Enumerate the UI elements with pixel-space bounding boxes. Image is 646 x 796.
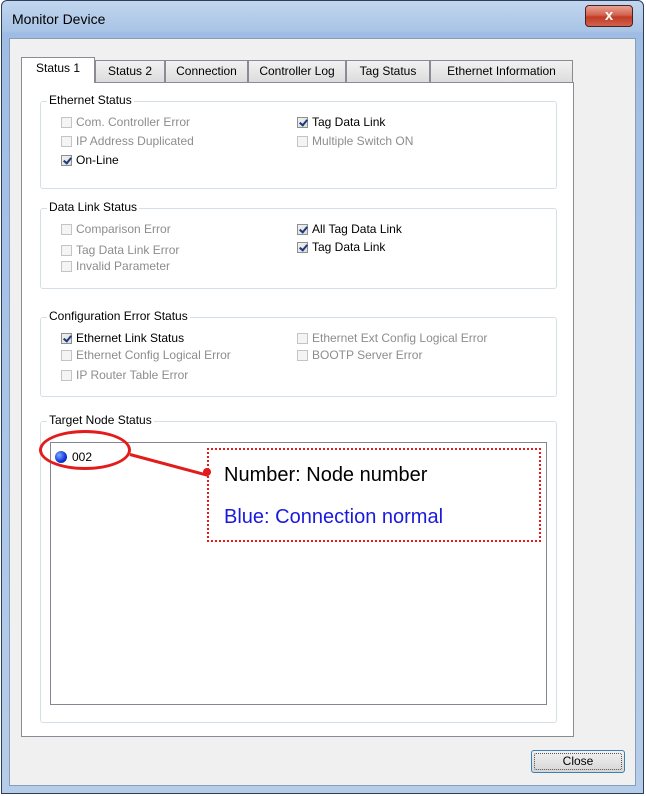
checkbox-label: Tag Data Link [312, 115, 386, 129]
close-button[interactable]: Close [531, 750, 625, 773]
target-node-status-title: Target Node Status [47, 413, 154, 427]
checkbox-label: Ethernet Link Status [76, 331, 185, 345]
checkbox-label: Ethernet Config Logical Error [76, 348, 231, 362]
bootp-server-error-checkbox[interactable]: BOOTP Server Error [297, 348, 422, 362]
checkbox-label: On-Line [76, 153, 119, 167]
monitor-device-window: Monitor Device x Status 1 Status 2 Conne… [1, 0, 644, 794]
checkbox-label: BOOTP Server Error [312, 348, 423, 362]
checkbox-box [297, 224, 308, 235]
checkbox-box [61, 350, 72, 361]
tab-panel-status-1: Ethernet Status Com. Controller Error IP… [21, 82, 574, 737]
checkbox-label: Invalid Parameter [76, 259, 171, 273]
tab-status-2[interactable]: Status 2 [95, 60, 165, 82]
tag-data-link-2-checkbox[interactable]: Tag Data Link [297, 240, 385, 254]
checkbox-box [61, 224, 72, 235]
checkbox-box [61, 245, 72, 256]
ip-address-duplicated-checkbox[interactable]: IP Address Duplicated [61, 134, 194, 148]
checkbox-box [61, 136, 72, 147]
tag-data-link-checkbox[interactable]: Tag Data Link [297, 115, 385, 129]
ip-router-table-error-checkbox[interactable]: IP Router Table Error [61, 368, 188, 382]
on-line-checkbox[interactable]: On-Line [61, 153, 119, 167]
configuration-error-status-group: Configuration Error Status Ethernet Link… [40, 309, 557, 397]
checkbox-box [297, 333, 308, 344]
tab-connection[interactable]: Connection [165, 60, 248, 82]
checkbox-box [61, 333, 72, 344]
tab-tag-status[interactable]: Tag Status [346, 60, 430, 82]
window-title: Monitor Device [12, 11, 106, 27]
annotation-callout-box: Number: Node number Blue: Connection nor… [207, 448, 541, 542]
ethernet-status-title: Ethernet Status [47, 93, 134, 107]
comparison-error-checkbox[interactable]: Comparison Error [61, 222, 171, 236]
checkbox-label: Tag Data Link Error [76, 243, 180, 257]
dialog-client-area: Status 1 Status 2 Connection Controller … [9, 38, 636, 786]
annotation-connection-normal-note: Blue: Connection normal [224, 506, 444, 528]
checkbox-box [297, 136, 308, 147]
ethernet-status-group: Ethernet Status Com. Controller Error IP… [40, 93, 557, 189]
checkbox-label: IP Router Table Error [76, 368, 189, 382]
checkbox-label: Comparison Error [76, 222, 171, 236]
invalid-parameter-checkbox[interactable]: Invalid Parameter [61, 259, 170, 273]
com-controller-error-checkbox[interactable]: Com. Controller Error [61, 115, 190, 129]
annotation-leader-dot [203, 468, 211, 476]
tab-controller-log[interactable]: Controller Log [248, 60, 346, 82]
tab-status-1[interactable]: Status 1 [21, 57, 95, 83]
checkbox-box [61, 261, 72, 272]
checkbox-box [61, 370, 72, 381]
configuration-error-status-title: Configuration Error Status [47, 309, 190, 323]
checkbox-box [297, 242, 308, 253]
window-close-button[interactable]: x [585, 5, 633, 27]
checkbox-box [61, 155, 72, 166]
checkbox-label: All Tag Data Link [312, 222, 402, 236]
checkbox-label: Tag Data Link [312, 240, 386, 254]
checkbox-label: IP Address Duplicated [76, 134, 194, 148]
data-link-status-title: Data Link Status [47, 200, 140, 214]
multiple-switch-on-checkbox[interactable]: Multiple Switch ON [297, 134, 413, 148]
annotation-node-number-note: Number: Node number [224, 464, 428, 486]
ethernet-link-status-checkbox[interactable]: Ethernet Link Status [61, 331, 184, 345]
tab-ethernet-information[interactable]: Ethernet Information [430, 60, 573, 82]
annotation-highlight-ellipse [39, 430, 131, 470]
checkbox-box [297, 350, 308, 361]
checkbox-box [61, 117, 72, 128]
checkbox-label: Com. Controller Error [76, 115, 191, 129]
checkbox-label: Multiple Switch ON [312, 134, 414, 148]
tag-data-link-error-checkbox[interactable]: Tag Data Link Error [61, 243, 179, 257]
ethernet-config-logical-error-checkbox[interactable]: Ethernet Config Logical Error [61, 348, 231, 362]
ethernet-ext-config-logical-error-checkbox[interactable]: Ethernet Ext Config Logical Error [297, 331, 487, 345]
checkbox-box [297, 117, 308, 128]
all-tag-data-link-checkbox[interactable]: All Tag Data Link [297, 222, 402, 236]
data-link-status-group: Data Link Status Comparison Error Tag Da… [40, 200, 557, 289]
checkbox-label: Ethernet Ext Config Logical Error [312, 331, 488, 345]
